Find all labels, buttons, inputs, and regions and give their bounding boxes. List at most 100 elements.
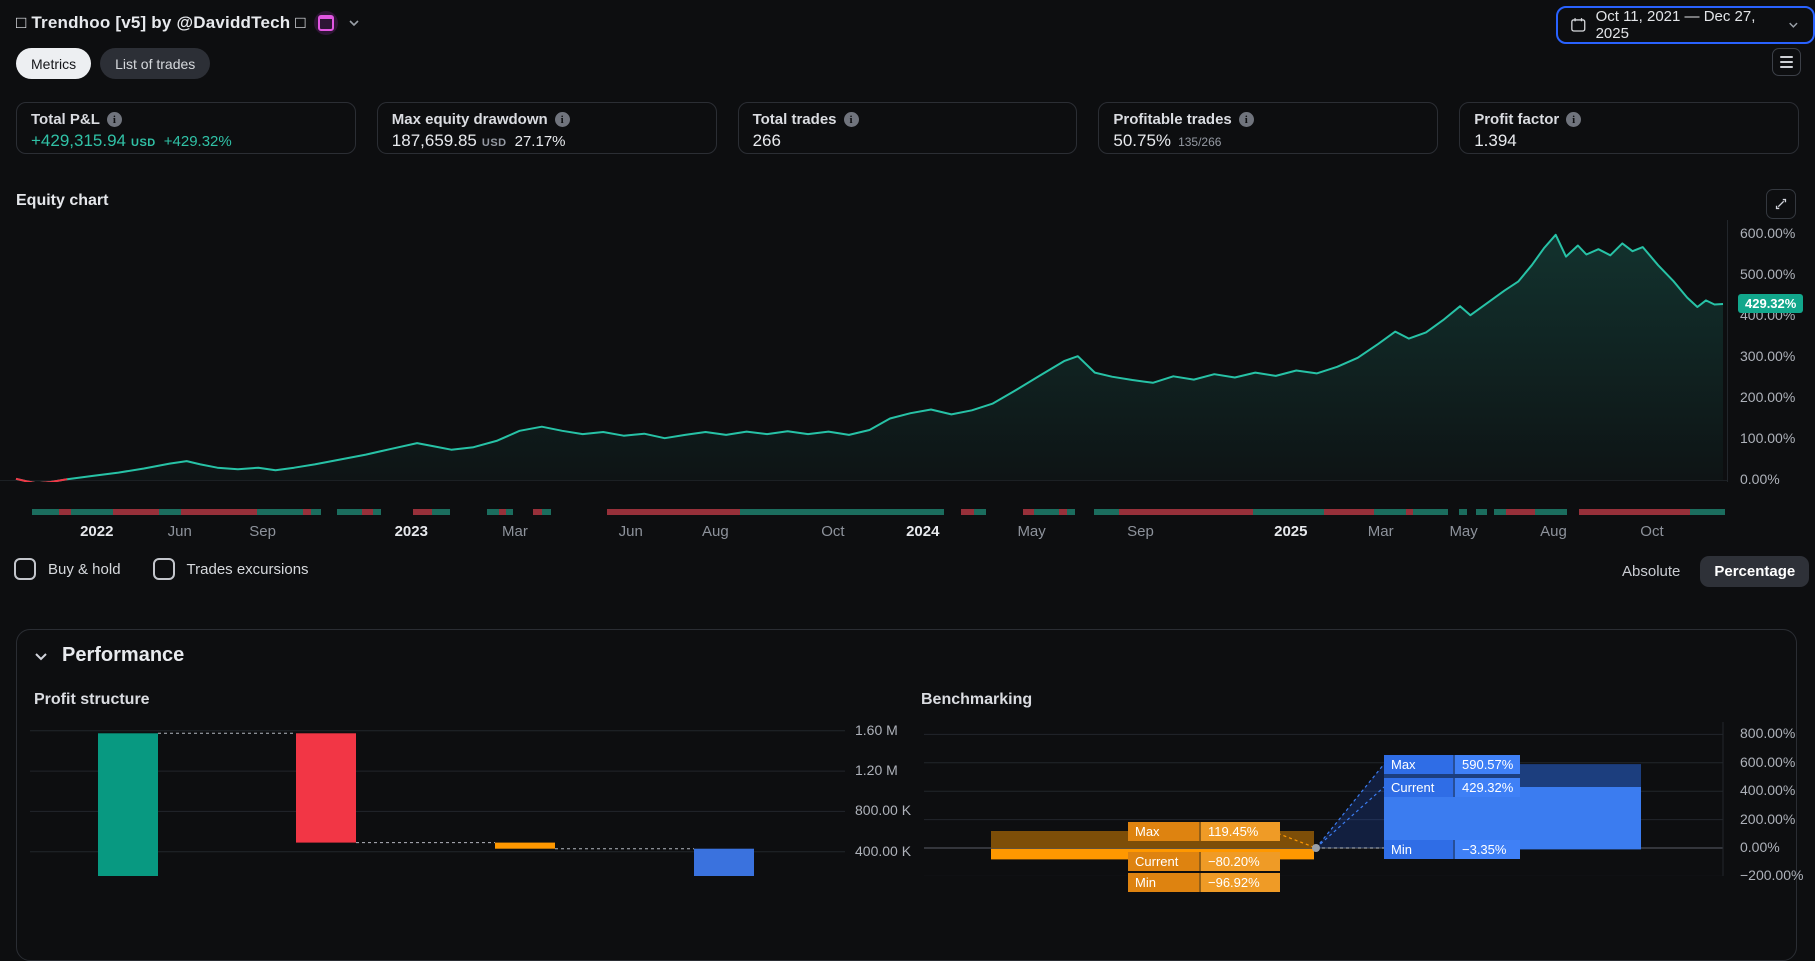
equity-y-tick: 600.00% — [1740, 225, 1796, 241]
strategy-header: □ Trendhoo [v5] by @DaviddTech □ — [16, 11, 362, 35]
losing-trades-segment — [1023, 509, 1034, 515]
winning-trades-segment — [1494, 509, 1507, 515]
equity-x-tick: Sep — [1127, 523, 1154, 540]
winning-trades-segment — [973, 509, 987, 515]
winning-trades-segment — [337, 509, 363, 515]
winning-trades-segment — [1373, 509, 1406, 515]
benchmarking-chart[interactable] — [924, 722, 1724, 876]
profit-structure-title: Profit structure — [34, 691, 150, 708]
profit-structure-y-tick: 1.60 M — [855, 721, 898, 738]
info-icon[interactable]: i — [843, 112, 859, 127]
losing-trades-segment — [961, 509, 974, 515]
stat-key: Min — [1384, 840, 1453, 859]
metric-value: 50.75% — [1113, 131, 1172, 150]
winning-trades-segment — [1253, 509, 1325, 515]
losing-trades-segment — [113, 509, 160, 515]
tab-list-of-trades[interactable]: List of trades — [100, 48, 211, 79]
benchmarking-title: Benchmarking — [921, 691, 1033, 708]
losing-trades-segment — [1578, 509, 1690, 515]
strategy-current-label: Current 429.32% — [1384, 778, 1520, 797]
equity-chart-title: Equity chart — [16, 192, 109, 209]
benchmarking-y-tick: 400.00% — [1740, 782, 1796, 799]
equity-x-tick: May — [1449, 523, 1478, 540]
strip-gap — [551, 509, 608, 515]
metric-extra: +429.32% — [163, 133, 232, 150]
info-icon[interactable]: i — [1566, 112, 1582, 127]
date-range-button[interactable]: Oct 11, 2021 — Dec 27, 2025 — [1556, 6, 1815, 44]
winning-trades-segment — [1534, 509, 1567, 515]
equity-y-tick: 300.00% — [1740, 348, 1796, 364]
strip-gap — [321, 509, 337, 515]
winning-trades-segment — [1094, 509, 1119, 515]
equity-x-tick: Jun — [618, 523, 643, 540]
metric-extra: 27.17% — [514, 133, 566, 150]
metric-label: Profit factor — [1474, 111, 1560, 128]
equity-current-value-badge: 429.32% — [1738, 293, 1804, 313]
losing-trades-segment — [180, 509, 257, 515]
winning-trades-segment — [1033, 509, 1059, 515]
checkbox-box[interactable] — [14, 558, 36, 580]
losing-trades-segment — [412, 509, 433, 515]
stat-value: 429.32% — [1453, 778, 1520, 797]
losing-trades-segment — [607, 509, 740, 515]
fullscreen-icon — [1775, 198, 1787, 210]
checkbox-label[interactable]: Trades excursions — [187, 561, 309, 578]
benchmarking-y-tick: 600.00% — [1740, 753, 1796, 770]
losing-trades-segment — [1118, 509, 1254, 515]
strip-gap — [1467, 509, 1476, 515]
info-icon[interactable]: i — [106, 112, 122, 127]
expand-chart-button[interactable] — [1766, 189, 1796, 219]
losing-trades-segment — [362, 509, 373, 515]
checkbox-box[interactable] — [152, 558, 175, 580]
strip-gap — [381, 509, 413, 515]
strategy-min-label: Min −3.35% — [1384, 840, 1520, 859]
benchmarking-y-tick: 800.00% — [1740, 725, 1796, 742]
checkbox-buy-and-hold[interactable]: Buy & hold — [14, 558, 121, 580]
metric-label: Total P&L — [31, 111, 100, 128]
trade-result-strip — [32, 509, 1725, 515]
equity-x-tick: Mar — [1367, 523, 1394, 540]
losing-trades-segment — [1405, 509, 1413, 515]
stat-value: 590.57% — [1453, 755, 1520, 774]
equity-y-tick: 500.00% — [1740, 266, 1796, 282]
performance-header[interactable]: Performance — [30, 644, 184, 667]
strategy-title: □ Trendhoo [v5] by @DaviddTech □ — [16, 13, 306, 32]
stat-key: Max — [1128, 822, 1199, 841]
strip-gap — [986, 509, 1023, 515]
winning-trades-segment — [310, 509, 322, 515]
equity-x-tick: 2023 — [394, 523, 428, 540]
checkbox-label[interactable]: Buy & hold — [48, 561, 121, 578]
tab-metrics[interactable]: Metrics — [16, 48, 92, 79]
card-profit-factor: Profit factor i 1.394 — [1459, 102, 1799, 154]
losing-trades-segment — [1058, 509, 1068, 515]
metric-label: Max equity drawdown — [391, 111, 548, 128]
mode-absolute[interactable]: Absolute — [1620, 557, 1682, 586]
view-tabs: Metrics List of trades — [16, 48, 211, 79]
winning-trades-segment — [1476, 509, 1487, 515]
chevron-down-icon[interactable] — [346, 15, 362, 31]
losing-trades-segment — [532, 509, 542, 515]
winning-trades-segment — [372, 509, 381, 515]
profit-structure-chart[interactable] — [30, 722, 860, 876]
checkbox-trades-excursions[interactable]: Trades excursions — [152, 558, 309, 580]
profit-structure-y-tick: 400.00 K — [855, 842, 912, 859]
buy-hold-max-label: Max 119.45% — [1128, 822, 1280, 841]
stat-value: −80.20% — [1199, 852, 1280, 871]
metric-value: 1.394 — [1474, 131, 1517, 150]
metric-label: Profitable trades — [1113, 111, 1232, 128]
list-icon — [1780, 56, 1793, 58]
equity-chart-plot[interactable] — [0, 220, 1728, 482]
winning-trades-segment — [1458, 509, 1468, 515]
winning-trades-segment — [432, 509, 450, 515]
metric-value: +429,315.94 — [31, 131, 127, 150]
report-layout-button[interactable] — [1772, 48, 1801, 76]
chevron-down-icon[interactable] — [30, 645, 52, 667]
info-icon[interactable]: i — [1238, 112, 1254, 127]
mode-percentage[interactable]: Percentage — [1700, 556, 1810, 587]
info-icon[interactable]: i — [554, 112, 570, 127]
strip-gap — [944, 509, 962, 515]
equity-x-tick: Jun — [167, 523, 192, 540]
buy-hold-current-label: Current −80.20% — [1128, 852, 1280, 871]
stat-key: Current — [1128, 852, 1199, 871]
equity-y-tick: 0.00% — [1740, 471, 1780, 487]
